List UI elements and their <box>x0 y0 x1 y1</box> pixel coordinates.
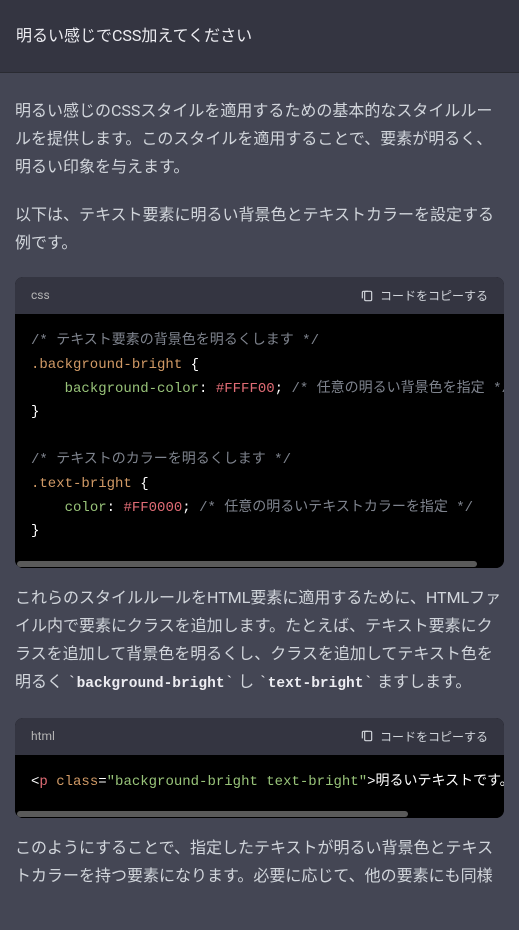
clipboard-icon <box>360 289 374 303</box>
code-header: html コードをコピーする <box>15 718 504 755</box>
backtick: ` <box>363 674 373 692</box>
scrollbar-track[interactable] <box>15 810 504 818</box>
code-lang-label: html <box>31 726 55 747</box>
code-content-css[interactable]: /* テキスト要素の背景色を明るくします */ .background-brig… <box>15 314 504 560</box>
code-block-html: html コードをコピーする <p class="background-brig… <box>15 718 504 819</box>
assistant-para-3: これらのスタイルルールをHTML要素に適用するために、HTMLファイル内で要素に… <box>15 584 504 697</box>
code-colon: : <box>199 381 207 397</box>
assistant-para-4: このようにすることで、指定したテキストが明るい背景色とテキストカラーを持つ要素に… <box>15 834 504 890</box>
copy-label: コードをコピーする <box>380 728 488 745</box>
scrollbar-track[interactable] <box>15 560 504 568</box>
backtick: ` <box>258 674 268 692</box>
user-message: 明るい感じでCSS加えてください <box>0 0 519 73</box>
code-comment: /* テキストのカラーを明るくします */ <box>31 452 291 468</box>
para3-text-mid: し <box>234 672 258 691</box>
code-lang-label: css <box>31 285 50 306</box>
scrollbar-thumb[interactable] <box>17 811 408 817</box>
code-comment: /* 任意の明るい背景色を指定 */ <box>291 381 504 397</box>
code-semi: ; <box>275 381 283 397</box>
code-value: #FF0000 <box>123 500 182 516</box>
code-selector: .text-bright <box>31 476 132 492</box>
code-brace: { <box>140 476 148 492</box>
code-brace: } <box>31 404 39 420</box>
user-text: 明るい感じでCSS加えてください <box>16 26 252 45</box>
code-prop: background-color <box>65 381 199 397</box>
code-comment: /* 任意の明るいテキストカラーを指定 */ <box>199 500 473 516</box>
code-block-css: css コードをコピーする /* テキスト要素の背景色を明るくします */ .b… <box>15 277 504 568</box>
inline-code: background-bright <box>77 676 225 692</box>
code-eq: = <box>98 774 106 790</box>
assistant-para-2: 以下は、テキスト要素に明るい背景色とテキストカラーを設定する例です。 <box>15 201 504 257</box>
code-comment: /* テキスト要素の背景色を明るくします */ <box>31 333 319 349</box>
code-brace: { <box>191 357 199 373</box>
code-colon: : <box>107 500 115 516</box>
para3-text-end: ますします。 <box>373 672 471 691</box>
assistant-message: 明るい感じのCSSスタイルを適用するための基本的なスタイルルールを提供します。こ… <box>0 73 519 930</box>
assistant-para-1: 明るい感じのCSSスタイルを適用するための基本的なスタイルルールを提供します。こ… <box>15 97 504 181</box>
code-str: "background-bright text-bright" <box>107 774 367 790</box>
code-str-value: background-bright text-bright <box>115 774 359 790</box>
copy-label: コードをコピーする <box>380 287 488 304</box>
clipboard-icon <box>360 729 374 743</box>
code-angle: > <box>367 774 375 790</box>
code-semi: ; <box>182 500 190 516</box>
copy-button[interactable]: コードをコピーする <box>360 728 488 745</box>
code-brace: } <box>31 523 39 539</box>
code-value: #FFFF00 <box>216 381 275 397</box>
code-content-html[interactable]: <p class="background-bright text-bright"… <box>15 755 504 811</box>
inline-code: text-bright <box>268 676 364 692</box>
code-selector: .background-bright <box>31 357 182 373</box>
code-tag: p <box>39 774 47 790</box>
backtick: ` <box>225 674 235 692</box>
copy-button[interactable]: コードをコピーする <box>360 287 488 304</box>
code-header: css コードをコピーする <box>15 277 504 314</box>
backtick: ` <box>67 674 77 692</box>
code-prop: color <box>65 500 107 516</box>
code-text: 明るいテキストです。 <box>376 774 505 790</box>
code-attr: class <box>56 774 98 790</box>
scrollbar-thumb[interactable] <box>17 561 477 567</box>
